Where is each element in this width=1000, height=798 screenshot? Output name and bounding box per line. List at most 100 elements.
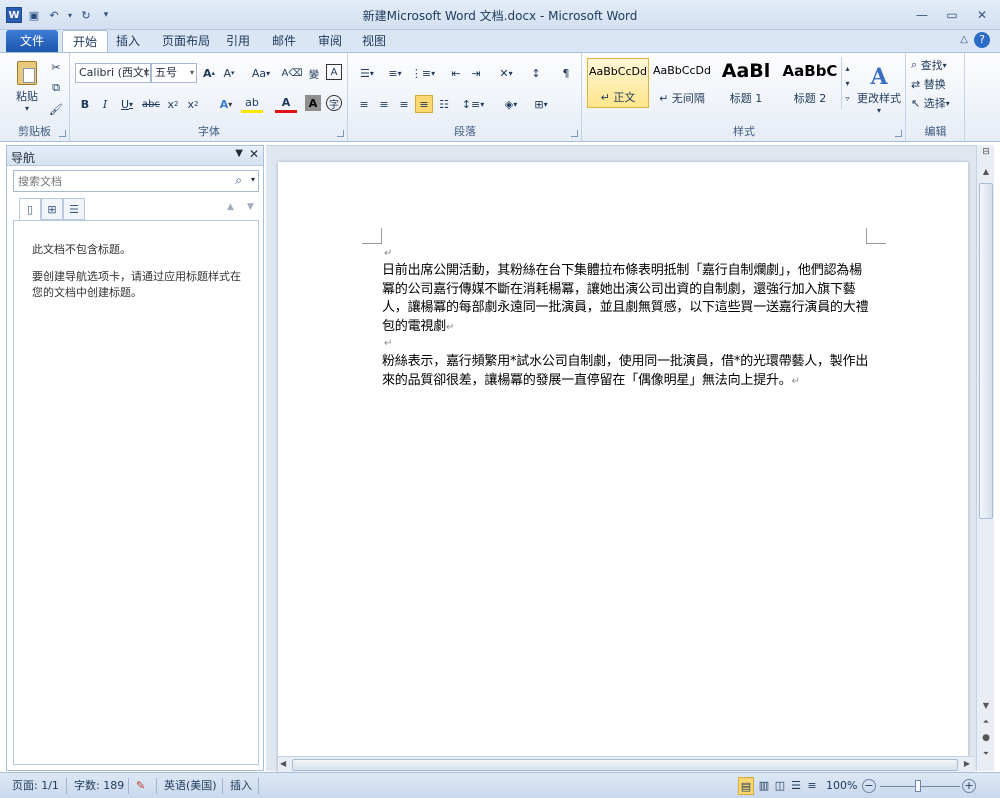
word-count[interactable]: 字数: 189 xyxy=(74,777,124,795)
bullets-icon[interactable]: ☰ ▾ xyxy=(355,64,379,82)
minimize-ribbon-icon[interactable]: △ xyxy=(960,34,968,45)
chinese-layout-icon[interactable]: ✕ ▾ xyxy=(495,64,517,82)
ruler-toggle-icon[interactable]: ⊟ xyxy=(979,147,993,161)
chevron-up-icon[interactable]: ▴ xyxy=(845,64,849,73)
nav-previous-icon[interactable]: ▲ xyxy=(227,202,234,212)
shading-icon[interactable]: ◈ ▾ xyxy=(499,95,523,113)
nav-tab-pages[interactable]: ⊞ xyxy=(41,198,63,220)
body-paragraph-1[interactable]: 日前出席公開活動，其粉絲在台下集體拉布條表明抵制「嘉行自制爛劇」，他們認為楊冪的… xyxy=(382,262,870,337)
increase-indent-icon[interactable]: ⇥ xyxy=(467,64,485,82)
scroll-down-icon[interactable]: ▼ xyxy=(979,701,993,715)
horizontal-scrollbar[interactable]: ◀ ▶ xyxy=(278,756,974,773)
nav-options-icon[interactable]: ▼ xyxy=(235,148,243,159)
zoom-level[interactable]: 100% xyxy=(826,777,857,795)
decrease-indent-icon[interactable]: ⇤ xyxy=(447,64,465,82)
scroll-right-icon[interactable]: ▶ xyxy=(964,759,970,768)
vertical-scroll-thumb[interactable] xyxy=(979,183,993,519)
italic-icon[interactable]: I xyxy=(97,95,113,113)
clipboard-launcher-icon[interactable] xyxy=(59,130,66,137)
tab-file[interactable]: 文件 xyxy=(6,30,58,52)
tab-review[interactable]: 审阅 xyxy=(308,30,352,52)
paragraph-launcher-icon[interactable] xyxy=(571,130,578,137)
zoom-slider-thumb[interactable] xyxy=(915,780,921,792)
font-color-icon[interactable]: A xyxy=(275,95,297,113)
search-dropdown-icon[interactable]: ▾ xyxy=(251,175,255,184)
tab-references[interactable]: 引用 xyxy=(216,30,260,52)
draft-icon[interactable]: ≡ xyxy=(804,777,820,795)
change-case-button[interactable]: Aa ▾ xyxy=(249,64,273,82)
format-painter-icon[interactable]: 🖌 xyxy=(48,101,64,117)
page-count[interactable]: 页面: 1/1 xyxy=(12,777,59,795)
help-icon[interactable]: ? xyxy=(974,32,990,48)
subscript-icon[interactable]: x2 xyxy=(165,95,181,113)
nav-search-box[interactable]: ⌕ ▾ xyxy=(13,170,259,192)
body-paragraph-2[interactable]: 粉絲表示，嘉行頻繁用*試水公司自制劇，使用同一批演員，借*的光環帶藝人，製作出來… xyxy=(382,353,870,391)
phonetic-guide-icon[interactable]: 變 xyxy=(305,64,323,82)
style-heading-2[interactable]: AaBbC 标题 2 xyxy=(779,58,841,108)
bold-icon[interactable]: B xyxy=(77,95,93,113)
insert-mode[interactable]: 插入 xyxy=(230,777,252,795)
char-shading-icon[interactable]: A xyxy=(305,95,321,111)
paste-dropdown-icon[interactable]: ▾ xyxy=(22,103,32,113)
web-layout-icon[interactable]: ◫ xyxy=(772,777,788,795)
nav-tab-headings[interactable]: ▯ xyxy=(19,198,41,220)
tab-home[interactable]: 开始 xyxy=(62,30,109,52)
paste-label[interactable]: 粘贴 xyxy=(10,89,44,103)
vertical-scrollbar[interactable]: ⊟ ▲ ▼ ⏶ ● ⏷ xyxy=(976,145,994,771)
style-heading-1[interactable]: AaBl 标题 1 xyxy=(715,58,777,108)
char-border-icon[interactable]: A xyxy=(326,64,342,80)
select-button[interactable]: ↖ 选择 ▾ xyxy=(911,94,963,112)
strikethrough-icon[interactable]: abc xyxy=(141,95,161,113)
minimize-button[interactable]: — xyxy=(908,6,936,24)
full-screen-reading-icon[interactable]: ▥ xyxy=(756,777,772,795)
nav-tab-results[interactable]: ☰ xyxy=(63,198,85,220)
outline-icon[interactable]: ☰ xyxy=(788,777,804,795)
distributed-icon[interactable]: ☷ xyxy=(435,95,453,113)
horizontal-scroll-thumb[interactable] xyxy=(292,759,958,771)
chevron-down-icon[interactable]: ▾ xyxy=(845,79,849,88)
change-styles-button[interactable]: A 更改样式 ▾ xyxy=(855,57,903,121)
numbering-icon[interactable]: ≡ ▾ xyxy=(383,64,407,82)
align-right-icon[interactable]: ≡ xyxy=(395,95,413,113)
more-icon[interactable]: ▿ xyxy=(845,94,849,103)
enclose-char-icon[interactable]: 字 xyxy=(326,95,342,111)
paste-button[interactable] xyxy=(12,57,42,89)
scroll-up-icon[interactable]: ▲ xyxy=(979,167,993,181)
close-button[interactable]: ✕ xyxy=(968,6,996,24)
print-layout-icon[interactable]: ▤ xyxy=(738,777,754,795)
style-normal[interactable]: AaBbCcDd ↵ 正文 xyxy=(587,58,649,108)
tab-insert[interactable]: 插入 xyxy=(106,30,150,52)
nav-close-icon[interactable]: ✕ xyxy=(249,147,259,161)
previous-page-icon[interactable]: ⏶ xyxy=(979,717,993,731)
nav-search-input[interactable] xyxy=(14,171,224,191)
clear-format-icon[interactable]: A⌫ xyxy=(282,64,303,82)
styles-scroll[interactable]: ▴ ▾ ▿ xyxy=(841,57,853,109)
styles-launcher-icon[interactable] xyxy=(895,130,902,137)
font-launcher-icon[interactable] xyxy=(337,130,344,137)
zoom-out-icon[interactable]: − xyxy=(862,779,876,793)
font-family-combo[interactable]: Calibri (西文‡ ▾ xyxy=(75,63,151,83)
maximize-button[interactable]: ▭ xyxy=(938,6,966,24)
zoom-in-icon[interactable]: + xyxy=(962,779,976,793)
language[interactable]: 英语(美国) xyxy=(164,777,217,795)
font-size-combo[interactable]: 五号 ▾ xyxy=(151,63,197,83)
proofing-icon[interactable]: ✎ xyxy=(136,777,145,795)
find-button[interactable]: ⌕ 查找 ▾ xyxy=(911,56,963,74)
grow-font-icon[interactable]: A ▴ xyxy=(201,64,217,82)
justify-icon[interactable]: ≡ xyxy=(415,95,433,113)
tab-page-layout[interactable]: 页面布局 xyxy=(152,30,220,52)
line-spacing-icon[interactable]: ↕≡ ▾ xyxy=(461,95,485,113)
next-page-icon[interactable]: ⏷ xyxy=(979,749,993,763)
style-no-spacing[interactable]: AaBbCcDd ↵ 无间隔 xyxy=(651,58,713,108)
align-left-icon[interactable]: ≡ xyxy=(355,95,373,113)
multilevel-list-icon[interactable]: ⋮≡ ▾ xyxy=(411,64,435,82)
replace-button[interactable]: ⇄ 替换 xyxy=(911,75,963,93)
browse-object-icon[interactable]: ● xyxy=(979,733,993,747)
align-center-icon[interactable]: ≡ xyxy=(375,95,393,113)
document-page[interactable]: ↵ 日前出席公開活動，其粉絲在台下集體拉布條表明抵制「嘉行自制爛劇」，他們認為楊… xyxy=(278,162,968,782)
search-icon[interactable]: ⌕ xyxy=(235,173,242,188)
nav-next-icon[interactable]: ▼ xyxy=(247,202,254,212)
tab-mailings[interactable]: 邮件 xyxy=(262,30,306,52)
borders-icon[interactable]: ⊞ ▾ xyxy=(529,95,553,113)
text-effects-icon[interactable]: A ▾ xyxy=(215,95,237,113)
